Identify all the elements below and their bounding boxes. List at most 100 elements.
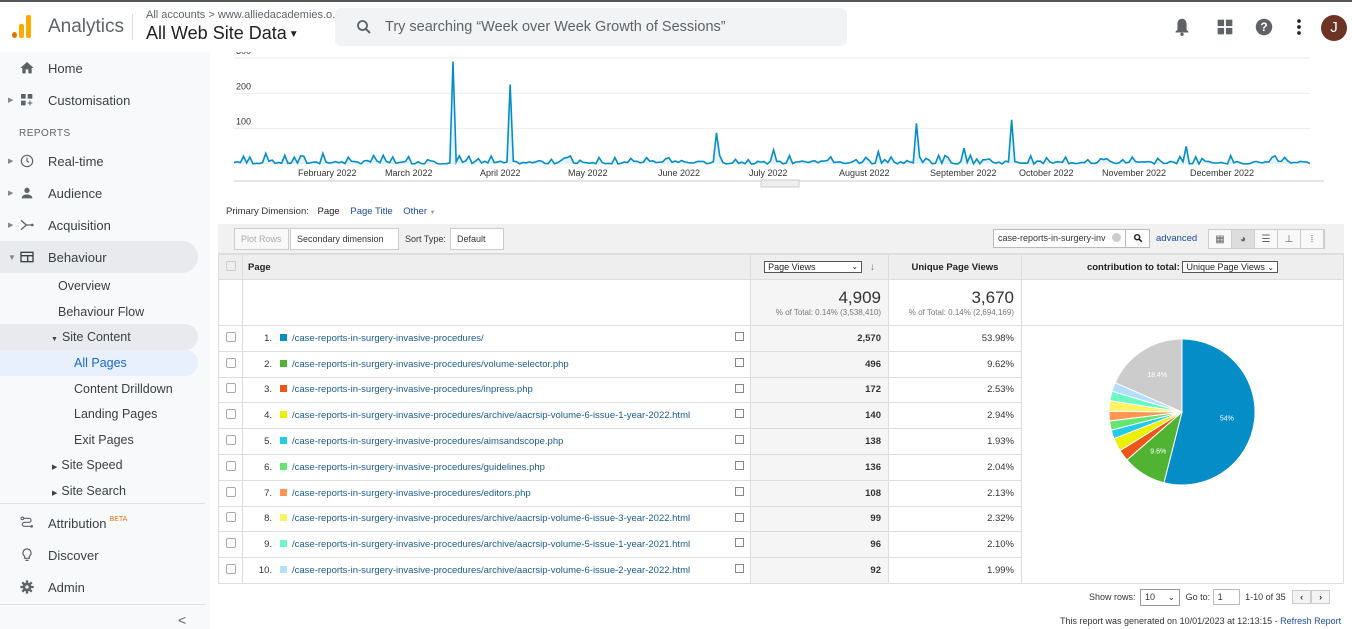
avatar[interactable]: J (1321, 15, 1347, 41)
gear-icon (20, 580, 34, 594)
sidebar-label: Discover (48, 547, 99, 563)
select-all-checkbox[interactable] (225, 260, 236, 271)
sidebar-item-site-speed[interactable]: ▶ Site Speed (52, 458, 123, 472)
sidebar-item-exit-pages[interactable]: Exit Pages (74, 433, 134, 447)
show-rows-select[interactable]: 10 ⌄ (1140, 589, 1181, 606)
page-views-cell: 138 (750, 428, 889, 455)
view-selector[interactable]: All Web Site Data ▼ (146, 23, 299, 44)
collapse-sidebar-chevron-icon[interactable]: < (178, 612, 186, 628)
page-cell: 3. /case-reports-in-surgery-invasive-proc… (242, 376, 751, 404)
sidebar-item-site-search[interactable]: ▶ Site Search (52, 484, 126, 498)
page-link[interactable]: /case-reports-in-surgery-invasive-proced… (292, 333, 484, 344)
performance-view-icon[interactable]: ☰ (1255, 230, 1278, 248)
search-box[interactable]: Try searching “Week over Week Growth of … (335, 8, 847, 46)
sidebar-item-admin[interactable]: Admin (0, 571, 198, 603)
prev-page-button[interactable]: ‹ (1292, 590, 1312, 604)
page-link[interactable]: /case-reports-in-surgery-invasive-proced… (292, 513, 690, 524)
open-page-external-icon[interactable] (735, 435, 744, 445)
comparison-view-icon[interactable]: ⊥ (1278, 230, 1301, 248)
home-icon (20, 62, 34, 74)
sidebar-item-behaviour[interactable]: ▼ Behaviour (0, 241, 198, 273)
advanced-filter-link[interactable]: advanced (1156, 233, 1197, 244)
metric-select[interactable]: Page Views ⌄ (764, 261, 863, 273)
open-page-external-icon[interactable] (735, 332, 744, 341)
page-link[interactable]: /case-reports-in-surgery-invasive-proced… (292, 410, 690, 421)
next-page-button[interactable]: › (1311, 590, 1331, 604)
help-icon[interactable]: ? (1253, 16, 1275, 38)
page-views-cell: 108 (750, 479, 889, 507)
page-link[interactable]: /case-reports-in-surgery-invasive-proced… (292, 384, 533, 395)
more-vert-icon[interactable] (1288, 16, 1310, 38)
series-color-swatch (280, 333, 287, 341)
row-checkbox[interactable] (225, 357, 236, 368)
page-link[interactable]: /case-reports-in-surgery-invasive-proced… (292, 488, 531, 499)
sidebar-item-attribution[interactable]: Attribution BETA (0, 507, 198, 539)
page-views-cell: 99 (750, 505, 889, 533)
page-link[interactable]: /case-reports-in-surgery-invasive-proced… (292, 462, 545, 473)
page-link[interactable]: /case-reports-in-surgery-invasive-proced… (292, 359, 569, 370)
top-bar: Analytics All accounts > www.alliedacade… (0, 0, 1352, 52)
open-page-external-icon[interactable] (735, 409, 744, 419)
page-views-column-header[interactable]: Page Views ⌄ ↓ (750, 254, 889, 280)
sidebar-item-acquisition[interactable]: ▶ Acquisition (0, 209, 198, 241)
sidebar-item-site-content[interactable]: ▼ Site Content (51, 330, 131, 344)
row-checkbox[interactable] (225, 538, 236, 549)
sidebar-item-behaviour-flow[interactable]: Behaviour Flow (58, 305, 144, 319)
row-number: 10. (258, 565, 272, 577)
open-page-external-icon[interactable] (735, 512, 744, 522)
row-checkbox[interactable] (225, 383, 236, 394)
row-checkbox[interactable] (225, 435, 236, 446)
filter-value: case-reports-in-surgery-inv (998, 233, 1106, 243)
apps-grid-icon[interactable] (1214, 16, 1236, 38)
open-page-external-icon[interactable] (735, 538, 744, 548)
sidebar-item-landing-pages[interactable]: Landing Pages (74, 407, 157, 421)
dimension-other-link[interactable]: Other ▼ (403, 206, 435, 217)
analytics-logo[interactable] (12, 14, 34, 38)
attribution-label: Attribution (48, 515, 107, 531)
sidebar-item-realtime[interactable]: ▶ Real-time (0, 145, 198, 177)
sidebar-item-all-pages[interactable]: All Pages (74, 356, 127, 370)
table-filter-input[interactable]: case-reports-in-surgery-inv (993, 229, 1150, 248)
page-link[interactable]: /case-reports-in-surgery-invasive-proced… (292, 539, 690, 550)
x-tick-label: May 2022 (568, 168, 608, 178)
refresh-report-link[interactable]: Refresh Report (1280, 616, 1341, 626)
go-to-input[interactable]: 1 (1212, 589, 1240, 605)
x-tick-label: March 2022 (385, 168, 433, 178)
plot-rows-button[interactable]: Plot Rows (234, 228, 289, 250)
sidebar-item-audience[interactable]: ▶ Audience (0, 177, 198, 209)
table-view-icon[interactable]: ▦ (1209, 230, 1232, 248)
open-page-external-icon[interactable] (735, 486, 744, 496)
page-link[interactable]: /case-reports-in-surgery-invasive-proced… (292, 565, 690, 576)
pivot-view-icon[interactable]: ⦙ (1301, 230, 1324, 248)
sidebar-item-content-drilldown[interactable]: Content Drilldown (74, 382, 173, 396)
pie-view-icon[interactable]: ◕ (1232, 230, 1255, 248)
secondary-dimension-dropdown[interactable]: Secondary dimension ▼ (290, 228, 399, 264)
open-page-external-icon[interactable] (735, 460, 744, 470)
sort-desc-arrow-icon[interactable]: ↓ (870, 262, 875, 273)
row-checkbox[interactable] (225, 512, 236, 523)
bell-icon[interactable] (1171, 16, 1193, 38)
contribution-select[interactable]: Unique Page Views ⌄ (1182, 261, 1279, 273)
sidebar-item-discover[interactable]: Discover (0, 539, 198, 571)
page-link[interactable]: /case-reports-in-surgery-invasive-proced… (292, 436, 563, 447)
row-checkbox[interactable] (225, 460, 236, 471)
row-checkbox[interactable] (225, 486, 236, 497)
row-checkbox[interactable] (225, 331, 236, 342)
sidebar-item-customisation[interactable]: ▶ Customisation (0, 84, 198, 116)
filter-search-button[interactable] (1125, 230, 1149, 247)
sidebar-item-overview[interactable]: Overview (58, 279, 110, 293)
sidebar-item-home[interactable]: Home (0, 52, 198, 84)
dimension-page-title-link[interactable]: Page Title (350, 206, 392, 217)
sort-type-dropdown[interactable]: Default ▼ (450, 228, 504, 264)
open-page-external-icon[interactable] (735, 357, 744, 367)
row-checkbox[interactable] (225, 409, 236, 420)
clear-filter-icon[interactable] (1112, 233, 1121, 242)
page-column-header[interactable]: Page (242, 254, 751, 280)
contribution-select-value: Unique Page Views (1186, 262, 1265, 272)
open-page-external-icon[interactable] (735, 383, 744, 393)
row-checkbox-cell (218, 428, 243, 455)
unique-page-views-column-header[interactable]: Unique Page Views (888, 254, 1022, 280)
open-page-external-icon[interactable] (735, 564, 744, 574)
breadcrumb[interactable]: All accounts > www.alliedacademies.o... (146, 9, 341, 21)
row-checkbox[interactable] (225, 564, 236, 575)
